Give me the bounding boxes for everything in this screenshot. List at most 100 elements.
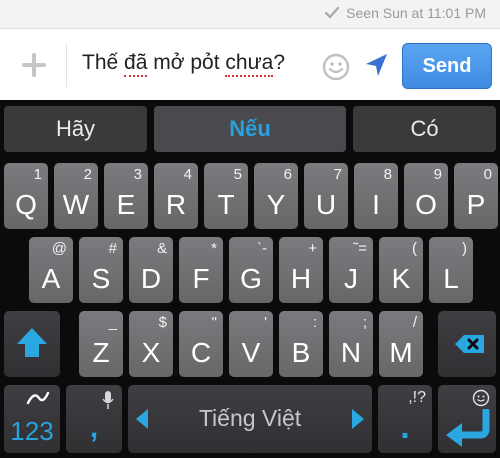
message-word: đã: [124, 51, 148, 77]
key-y[interactable]: 6Y: [254, 163, 298, 229]
key-q[interactable]: 1Q: [4, 163, 48, 229]
key-hint: 6: [283, 166, 292, 183]
compose-bar: Thế đã mở pỏt chưa? Send: [0, 28, 500, 101]
key-letter: F: [192, 263, 210, 294]
key-letter: W: [62, 189, 90, 220]
key-f[interactable]: * F: [179, 237, 223, 303]
key-hint: 4: [183, 166, 192, 183]
suggestion-right[interactable]: Có: [353, 106, 496, 152]
key-o[interactable]: 9O: [404, 163, 448, 229]
key-letter: I: [372, 189, 380, 220]
key-hint: +: [308, 240, 317, 257]
swype-logo-icon: [26, 391, 50, 405]
key-letter: X: [141, 337, 161, 368]
key-v[interactable]: ' V: [229, 311, 273, 377]
key-letter: Y: [266, 189, 286, 220]
key-letter: P: [466, 189, 486, 220]
key-w[interactable]: 2W: [54, 163, 98, 229]
comma-label: ,: [89, 411, 99, 444]
key-letter: B: [291, 337, 311, 368]
key-hint: ;: [362, 314, 367, 331]
key-letter: G: [240, 263, 262, 294]
send-button[interactable]: Send: [402, 43, 492, 89]
comma-key[interactable]: ,: [66, 385, 122, 453]
period-label: .: [400, 408, 410, 446]
key-hint: /: [412, 314, 417, 331]
key-z[interactable]: _ Z: [79, 311, 123, 377]
key-letter: S: [91, 263, 111, 294]
seen-text: Seen Sun at 11:01 PM: [346, 5, 486, 21]
shift-key[interactable]: [4, 311, 60, 377]
suggestion-left[interactable]: Hãy: [4, 106, 147, 152]
shift-arrow-icon: [17, 328, 47, 357]
space-key[interactable]: Tiếng Việt: [128, 385, 372, 453]
emoji-key-icon: [472, 389, 490, 407]
key-h[interactable]: + H: [279, 237, 323, 303]
key-hint: ˜=: [353, 240, 367, 257]
key-p[interactable]: 0P: [454, 163, 498, 229]
key-j[interactable]: ˜= J: [329, 237, 373, 303]
key-letter: R: [165, 189, 187, 220]
key-t[interactable]: 5T: [204, 163, 248, 229]
backspace-icon: [455, 335, 484, 353]
microphone-icon: [102, 391, 114, 409]
message-input[interactable]: Thế đã mở pỏt chưa?: [82, 51, 285, 77]
key-a[interactable]: @ A: [29, 237, 73, 303]
key-letter: K: [391, 263, 411, 294]
key-letter: V: [241, 337, 261, 368]
key-letter: A: [41, 263, 61, 294]
key-c[interactable]: " C: [179, 311, 223, 377]
suggestion-center[interactable]: Nếu: [154, 106, 346, 152]
key-letter: D: [140, 263, 162, 294]
key-letter: J: [344, 263, 358, 294]
key-hint: *: [211, 240, 217, 257]
key-letter: Z: [92, 337, 110, 368]
key-hint: ): [462, 240, 467, 257]
period-key[interactable]: ,!? .: [378, 385, 432, 453]
emoji-icon[interactable]: [322, 53, 350, 81]
key-u[interactable]: 7U: [304, 163, 348, 229]
key-letter: U: [315, 189, 337, 220]
numbers-key[interactable]: 123: [4, 385, 60, 453]
key-letter: Q: [15, 189, 37, 220]
backspace-key[interactable]: [438, 311, 496, 377]
key-hint: 9: [433, 166, 442, 183]
key-letter: H: [290, 263, 312, 294]
key-hint: (: [412, 240, 417, 257]
message-word: Thế: [82, 51, 119, 74]
key-r[interactable]: 4R: [154, 163, 198, 229]
key-l[interactable]: ) L: [429, 237, 473, 303]
key-hint: &: [156, 240, 167, 257]
key-hint: @: [51, 240, 67, 257]
key-hint: #: [108, 240, 117, 257]
key-g[interactable]: `- G: [229, 237, 273, 303]
keyboard: Hãy Nếu Có 1 Q 2 W 3 E 4 R 5 T 6 Y 7 U 8 I 9 O 0 P @ A # S & D * F `…: [0, 100, 500, 458]
enter-key[interactable]: [438, 385, 496, 453]
key-hint: _: [108, 314, 117, 331]
key-hint: 2: [83, 166, 92, 183]
key-hint: 1: [33, 166, 42, 183]
key-hint: 7: [333, 166, 342, 183]
enter-arrow-icon: [446, 409, 490, 447]
message-word: pỏt: [190, 51, 220, 74]
key-i[interactable]: 8I: [354, 163, 398, 229]
message-word: mở: [153, 51, 185, 74]
key-letter: E: [116, 189, 136, 220]
key-hint: 0: [483, 166, 492, 183]
add-attachment-icon[interactable]: [22, 53, 46, 77]
key-k[interactable]: (K: [379, 237, 423, 303]
key-hint: ": [211, 314, 217, 331]
key-hint: :: [312, 314, 317, 331]
message-word: ?: [273, 51, 285, 74]
key-d[interactable]: & D: [129, 237, 173, 303]
punctuation-hint: ,!?: [408, 389, 426, 406]
key-x[interactable]: $ X: [129, 311, 173, 377]
compose-divider: [66, 43, 67, 87]
key-hint: $: [158, 314, 167, 331]
key-s[interactable]: # S: [79, 237, 123, 303]
key-b[interactable]: :B: [279, 311, 323, 377]
key-n[interactable]: ; N: [329, 311, 373, 377]
key-m[interactable]: / M: [379, 311, 423, 377]
key-e[interactable]: 3E: [104, 163, 148, 229]
location-arrow-icon[interactable]: [362, 51, 390, 79]
